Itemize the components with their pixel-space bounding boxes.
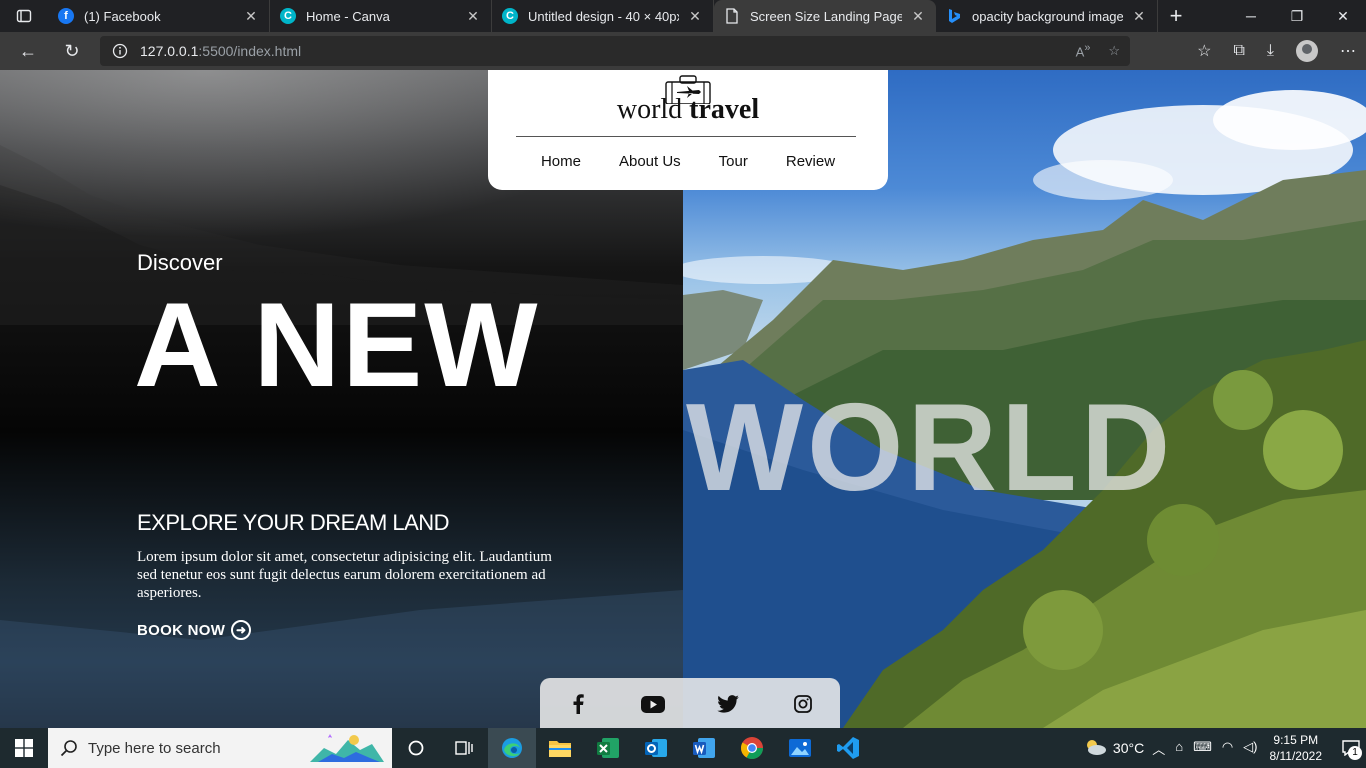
cortana-icon[interactable] (392, 728, 440, 768)
youtube-icon[interactable] (638, 689, 668, 719)
notification-badge: 1 (1348, 746, 1362, 760)
profile-avatar[interactable] (1296, 40, 1318, 62)
windows-logo-icon (15, 739, 33, 757)
navigation-card: world travel Home About Us Tour Review (488, 70, 888, 190)
more-menu-icon[interactable]: ⋯ (1340, 41, 1356, 61)
browser-tab-bar: f (1) Facebook ✕ C Home - Canva ✕ C Unti… (0, 0, 1366, 32)
clock[interactable]: 9:15 PM 8/11/2022 (1270, 732, 1323, 764)
taskbar-search-box[interactable]: Type here to search (48, 728, 392, 768)
search-highlight-illustration (310, 734, 384, 762)
notification-center-button[interactable]: 1 (1336, 728, 1366, 768)
read-aloud-icon[interactable]: A» (1076, 42, 1091, 59)
canva-icon: C (502, 8, 518, 24)
tab-actions-icon (16, 9, 32, 23)
collections-icon[interactable]: ⧉ (1233, 42, 1244, 60)
tab-facebook[interactable]: f (1) Facebook ✕ (48, 0, 270, 32)
arrow-right-icon: ➜ (231, 620, 252, 640)
meet-now-icon[interactable]: ⌂ (1175, 739, 1183, 758)
logo-word-world: world (616, 94, 683, 125)
clock-time: 9:15 PM (1273, 733, 1319, 747)
address-bar[interactable]: 127.0.0.1:5500/index.html A» ☆ (100, 36, 1130, 66)
plus-icon: + (1169, 3, 1183, 28)
page-icon (724, 8, 740, 24)
start-button[interactable] (0, 728, 48, 768)
tab-canva-home[interactable]: C Home - Canva ✕ (270, 0, 492, 32)
input-method-icon[interactable]: ⌨ (1193, 739, 1212, 758)
browser-toolbar: ← ↻ 127.0.0.1:5500/index.html A» ☆ ☆ ⧉ ⤓… (0, 32, 1366, 70)
url-path: :5500/index.html (198, 43, 302, 59)
downloads-icon[interactable]: ⤓ (1267, 42, 1274, 60)
refresh-button[interactable]: ↻ (50, 32, 94, 70)
facebook-icon: f (58, 8, 74, 24)
facebook-icon[interactable] (563, 689, 593, 719)
site-info-icon[interactable] (100, 43, 140, 59)
discover-label: Discover (137, 250, 223, 275)
outlook-icon[interactable] (632, 728, 680, 768)
tab-landing-page[interactable]: Screen Size Landing Page ✕ (714, 0, 936, 32)
tab-title: Screen Size Landing Page (750, 8, 902, 24)
tab-canva-design[interactable]: C Untitled design - 40 × 40px ✕ (492, 0, 714, 32)
nav-tour[interactable]: Tour (719, 153, 748, 170)
back-button[interactable]: ← (6, 32, 50, 70)
landing-page: world travel Home About Us Tour Review D… (0, 70, 1366, 728)
logo-word-travel: travel (689, 94, 760, 125)
tab-title: (1) Facebook (84, 8, 161, 24)
vscode-icon[interactable] (824, 728, 872, 768)
tab-actions-button[interactable] (0, 0, 48, 32)
volume-icon[interactable]: ◁) (1243, 739, 1257, 758)
new-tab-button[interactable]: + (1158, 0, 1194, 32)
social-links-bar (540, 678, 840, 728)
canva-icon: C (280, 8, 296, 24)
close-tab-icon[interactable]: ✕ (687, 8, 703, 25)
book-now-button[interactable]: BOOK NOW ➜ (137, 620, 252, 640)
wifi-icon[interactable]: ◠ (1222, 739, 1233, 758)
hero-world-word: WORLD (686, 379, 1175, 517)
tab-title: Untitled design - 40 × 40px (528, 8, 679, 24)
bing-icon (946, 8, 962, 24)
close-tab-icon[interactable]: ✕ (1131, 8, 1147, 25)
twitter-icon[interactable] (713, 689, 743, 719)
hero-description: Lorem ipsum dolor sit amet, consectetur … (137, 549, 552, 601)
search-icon (60, 740, 77, 757)
file-explorer-icon[interactable] (536, 728, 584, 768)
url-text[interactable]: 127.0.0.1:5500/index.html (140, 43, 301, 59)
hero-headline: A NEW (134, 278, 540, 412)
close-window-button[interactable]: ✕ (1320, 0, 1366, 32)
back-arrow-icon: ← (19, 40, 37, 61)
search-placeholder: Type here to search (88, 739, 221, 757)
restore-button[interactable]: ❐ (1274, 0, 1320, 32)
minimize-button[interactable]: ─ (1228, 0, 1274, 32)
instagram-icon[interactable] (788, 689, 818, 719)
windows-taskbar: Type here to search 30°C ︿ ⌂ ⌨ ◠ ◁) 9:15… (0, 728, 1366, 768)
tab-bing-search[interactable]: opacity background image cs ✕ (936, 0, 1158, 32)
nav-home[interactable]: Home (541, 153, 581, 170)
book-now-label: BOOK NOW (137, 621, 226, 639)
nav-about-us[interactable]: About Us (619, 153, 681, 170)
task-view-icon[interactable] (440, 728, 488, 768)
chevron-up-icon[interactable]: ︿ (1152, 739, 1165, 758)
close-tab-icon[interactable]: ✕ (465, 8, 481, 25)
tab-title: opacity background image cs (972, 8, 1123, 24)
chrome-icon[interactable] (728, 728, 776, 768)
system-tray: 30°C ︿ ⌂ ⌨ ◠ ◁) 9:15 PM 8/11/2022 1 (1083, 728, 1366, 768)
logo-text: world travel (488, 94, 888, 126)
main-nav: Home About Us Tour Review (488, 153, 888, 170)
add-favorite-icon[interactable]: ☆ (1108, 43, 1120, 59)
favorites-icon[interactable]: ☆ (1197, 41, 1211, 61)
clock-date: 8/11/2022 (1269, 749, 1323, 763)
photos-icon[interactable] (776, 728, 824, 768)
tab-title: Home - Canva (306, 8, 390, 24)
word-icon[interactable] (680, 728, 728, 768)
weather-icon[interactable] (1083, 738, 1107, 759)
url-host: 127.0.0.1 (140, 43, 199, 59)
refresh-icon: ↻ (64, 40, 80, 61)
edge-icon[interactable] (488, 728, 536, 768)
nav-review[interactable]: Review (786, 153, 835, 170)
nav-divider (516, 136, 856, 137)
close-tab-icon[interactable]: ✕ (910, 8, 926, 25)
excel-icon[interactable] (584, 728, 632, 768)
weather-temperature[interactable]: 30°C (1113, 740, 1144, 756)
close-tab-icon[interactable]: ✕ (243, 8, 259, 25)
explore-heading: EXPLORE YOUR DREAM LAND (137, 510, 450, 535)
